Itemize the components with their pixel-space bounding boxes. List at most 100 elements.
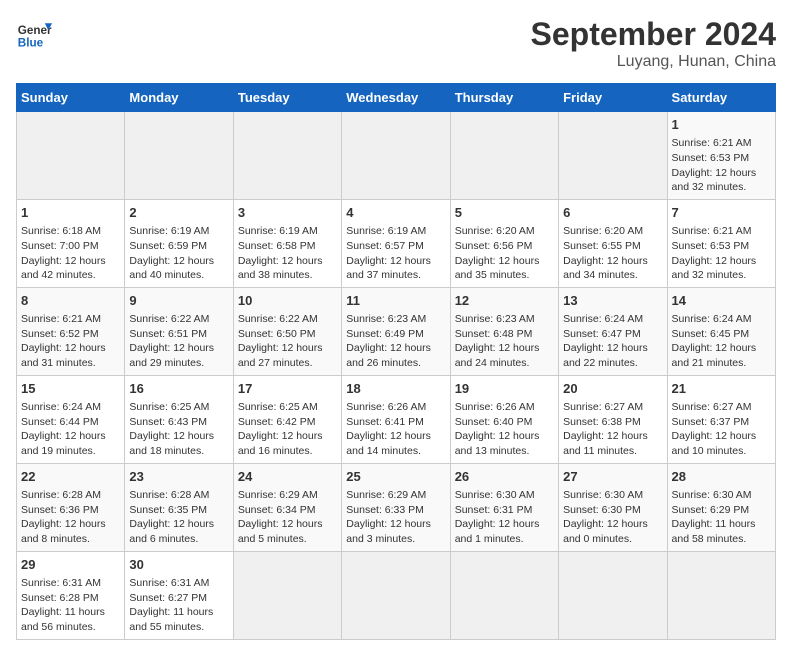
calendar-cell: 25 Sunrise: 6:29 AMSunset: 6:33 PMDaylig… [342,463,450,551]
day-info: Sunrise: 6:21 AMSunset: 6:53 PMDaylight:… [672,224,771,283]
day-info: Sunrise: 6:26 AMSunset: 6:41 PMDaylight:… [346,400,445,459]
day-number: 28 [672,468,771,486]
calendar-cell [667,551,775,639]
location-subtitle: Luyang, Hunan, China [531,53,776,71]
day-number: 23 [129,468,228,486]
day-number: 9 [129,292,228,310]
calendar-cell: 30 Sunrise: 6:31 AMSunset: 6:27 PMDaylig… [125,551,233,639]
calendar-cell [342,112,450,200]
calendar-cell: 11 Sunrise: 6:23 AMSunset: 6:49 PMDaylig… [342,287,450,375]
calendar-cell [125,112,233,200]
day-number: 24 [238,468,337,486]
day-info: Sunrise: 6:31 AMSunset: 6:27 PMDaylight:… [129,576,228,635]
calendar-cell: 5 Sunrise: 6:20 AMSunset: 6:56 PMDayligh… [450,199,558,287]
day-number: 30 [129,556,228,574]
calendar-week-row: 1 Sunrise: 6:21 AMSunset: 6:53 PMDayligh… [17,112,776,200]
svg-text:Blue: Blue [18,37,44,50]
calendar-cell [233,112,341,200]
day-info: Sunrise: 6:20 AMSunset: 6:55 PMDaylight:… [563,224,662,283]
day-info: Sunrise: 6:18 AMSunset: 7:00 PMDaylight:… [21,224,120,283]
day-number: 2 [129,204,228,222]
day-info: Sunrise: 6:30 AMSunset: 6:31 PMDaylight:… [455,488,554,547]
calendar-week-row: 29 Sunrise: 6:31 AMSunset: 6:28 PMDaylig… [17,551,776,639]
calendar-table: SundayMondayTuesdayWednesdayThursdayFrid… [16,83,776,640]
calendar-cell: 20 Sunrise: 6:27 AMSunset: 6:38 PMDaylig… [559,375,667,463]
day-number: 12 [455,292,554,310]
calendar-cell: 21 Sunrise: 6:27 AMSunset: 6:37 PMDaylig… [667,375,775,463]
day-number: 15 [21,380,120,398]
day-info: Sunrise: 6:30 AMSunset: 6:30 PMDaylight:… [563,488,662,547]
day-number: 27 [563,468,662,486]
calendar-cell: 17 Sunrise: 6:25 AMSunset: 6:42 PMDaylig… [233,375,341,463]
day-number: 10 [238,292,337,310]
day-number: 7 [672,204,771,222]
day-info: Sunrise: 6:21 AMSunset: 6:53 PMDaylight:… [672,136,771,195]
day-info: Sunrise: 6:19 AMSunset: 6:57 PMDaylight:… [346,224,445,283]
calendar-cell: 16 Sunrise: 6:25 AMSunset: 6:43 PMDaylig… [125,375,233,463]
day-number: 14 [672,292,771,310]
month-year-title: September 2024 [531,16,776,53]
day-info: Sunrise: 6:20 AMSunset: 6:56 PMDaylight:… [455,224,554,283]
calendar-cell: 28 Sunrise: 6:30 AMSunset: 6:29 PMDaylig… [667,463,775,551]
calendar-cell: 13 Sunrise: 6:24 AMSunset: 6:47 PMDaylig… [559,287,667,375]
day-number: 3 [238,204,337,222]
day-info: Sunrise: 6:27 AMSunset: 6:37 PMDaylight:… [672,400,771,459]
day-info: Sunrise: 6:24 AMSunset: 6:44 PMDaylight:… [21,400,120,459]
day-number: 20 [563,380,662,398]
day-number: 6 [563,204,662,222]
calendar-week-row: 8 Sunrise: 6:21 AMSunset: 6:52 PMDayligh… [17,287,776,375]
calendar-cell: 14 Sunrise: 6:24 AMSunset: 6:45 PMDaylig… [667,287,775,375]
calendar-cell: 29 Sunrise: 6:31 AMSunset: 6:28 PMDaylig… [17,551,125,639]
calendar-cell: 1 Sunrise: 6:18 AMSunset: 7:00 PMDayligh… [17,199,125,287]
calendar-cell: 15 Sunrise: 6:24 AMSunset: 6:44 PMDaylig… [17,375,125,463]
day-number: 18 [346,380,445,398]
calendar-cell [450,551,558,639]
calendar-cell [342,551,450,639]
day-info: Sunrise: 6:22 AMSunset: 6:50 PMDaylight:… [238,312,337,371]
weekday-header-friday: Friday [559,84,667,112]
day-info: Sunrise: 6:23 AMSunset: 6:48 PMDaylight:… [455,312,554,371]
title-block: September 2024 Luyang, Hunan, China [531,16,776,71]
day-info: Sunrise: 6:24 AMSunset: 6:45 PMDaylight:… [672,312,771,371]
calendar-cell: 8 Sunrise: 6:21 AMSunset: 6:52 PMDayligh… [17,287,125,375]
day-info: Sunrise: 6:29 AMSunset: 6:34 PMDaylight:… [238,488,337,547]
day-info: Sunrise: 6:19 AMSunset: 6:58 PMDaylight:… [238,224,337,283]
day-info: Sunrise: 6:24 AMSunset: 6:47 PMDaylight:… [563,312,662,371]
day-number: 19 [455,380,554,398]
calendar-cell [450,112,558,200]
calendar-cell: 22 Sunrise: 6:28 AMSunset: 6:36 PMDaylig… [17,463,125,551]
calendar-cell: 18 Sunrise: 6:26 AMSunset: 6:41 PMDaylig… [342,375,450,463]
day-info: Sunrise: 6:26 AMSunset: 6:40 PMDaylight:… [455,400,554,459]
day-info: Sunrise: 6:28 AMSunset: 6:36 PMDaylight:… [21,488,120,547]
calendar-cell: 1 Sunrise: 6:21 AMSunset: 6:53 PMDayligh… [667,112,775,200]
day-number: 16 [129,380,228,398]
day-info: Sunrise: 6:23 AMSunset: 6:49 PMDaylight:… [346,312,445,371]
day-info: Sunrise: 6:25 AMSunset: 6:42 PMDaylight:… [238,400,337,459]
weekday-header-saturday: Saturday [667,84,775,112]
day-number: 22 [21,468,120,486]
calendar-cell [559,112,667,200]
day-info: Sunrise: 6:21 AMSunset: 6:52 PMDaylight:… [21,312,120,371]
day-info: Sunrise: 6:19 AMSunset: 6:59 PMDaylight:… [129,224,228,283]
calendar-cell: 10 Sunrise: 6:22 AMSunset: 6:50 PMDaylig… [233,287,341,375]
calendar-cell: 2 Sunrise: 6:19 AMSunset: 6:59 PMDayligh… [125,199,233,287]
day-number: 1 [672,116,771,134]
weekday-header-monday: Monday [125,84,233,112]
calendar-cell [559,551,667,639]
calendar-cell: 23 Sunrise: 6:28 AMSunset: 6:35 PMDaylig… [125,463,233,551]
day-info: Sunrise: 6:22 AMSunset: 6:51 PMDaylight:… [129,312,228,371]
page-header: General Blue September 2024 Luyang, Huna… [16,16,776,71]
day-info: Sunrise: 6:28 AMSunset: 6:35 PMDaylight:… [129,488,228,547]
day-number: 4 [346,204,445,222]
day-number: 11 [346,292,445,310]
weekday-header-thursday: Thursday [450,84,558,112]
calendar-cell: 6 Sunrise: 6:20 AMSunset: 6:55 PMDayligh… [559,199,667,287]
day-number: 21 [672,380,771,398]
day-number: 29 [21,556,120,574]
calendar-week-row: 22 Sunrise: 6:28 AMSunset: 6:36 PMDaylig… [17,463,776,551]
logo: General Blue [16,16,52,52]
day-info: Sunrise: 6:31 AMSunset: 6:28 PMDaylight:… [21,576,120,635]
calendar-cell: 24 Sunrise: 6:29 AMSunset: 6:34 PMDaylig… [233,463,341,551]
calendar-cell: 26 Sunrise: 6:30 AMSunset: 6:31 PMDaylig… [450,463,558,551]
calendar-cell: 4 Sunrise: 6:19 AMSunset: 6:57 PMDayligh… [342,199,450,287]
